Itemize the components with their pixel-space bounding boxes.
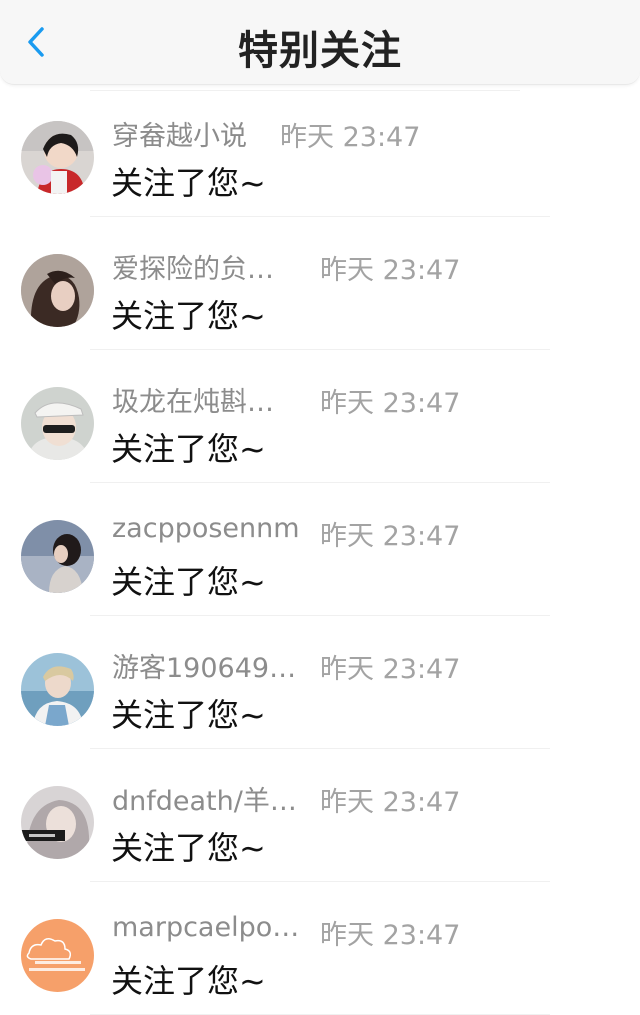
list-item[interactable]: dnfdeath/羊… 昨天 23:47 关注了您~ (0, 749, 640, 882)
notification-text: 关注了您~ (111, 696, 266, 734)
avatar[interactable] (21, 254, 94, 327)
user-name[interactable]: 圾龙在炖斟… (112, 380, 274, 419)
notification-text: 关注了您~ (111, 430, 266, 468)
avatar[interactable] (21, 919, 94, 992)
page-title: 特别关注 (238, 28, 402, 74)
timestamp: 昨天 23:47 (280, 122, 421, 153)
notification-list: 穿畚越小说 昨天 23:47 关注了您~ 爱探险的贠… 昨天 23:47 关注了… (0, 84, 640, 1015)
list-item[interactable]: zacpposennm 昨天 23:47 关注了您~ (0, 483, 640, 616)
avatar[interactable] (21, 653, 94, 726)
list-item[interactable]: 爱探险的贠… 昨天 23:47 关注了您~ (0, 217, 640, 350)
timestamp: 昨天 23:47 (320, 920, 461, 951)
timestamp: 昨天 23:47 (320, 787, 461, 818)
user-name[interactable]: marpcaelpo… (112, 912, 299, 943)
notification-text: 关注了您~ (111, 962, 266, 1000)
user-name[interactable]: 爱探险的贠… (112, 247, 274, 286)
user-name[interactable]: 游客190649… (112, 646, 296, 685)
avatar[interactable] (21, 121, 94, 194)
list-item[interactable]: 穿畚越小说 昨天 23:47 关注了您~ (0, 84, 640, 217)
notification-text: 关注了您~ (111, 297, 266, 335)
timestamp: 昨天 23:47 (320, 255, 461, 286)
avatar[interactable] (21, 786, 94, 859)
timestamp: 昨天 23:47 (320, 388, 461, 419)
top-bar: 特别关注 (0, 0, 640, 85)
user-name[interactable]: dnfdeath/羊… (112, 779, 297, 818)
list-item[interactable]: marpcaelpo… 昨天 23:47 关注了您~ (0, 882, 640, 1015)
timestamp: 昨天 23:47 (320, 654, 461, 685)
timestamp: 昨天 23:47 (320, 521, 461, 552)
list-item[interactable]: 圾龙在炖斟… 昨天 23:47 关注了您~ (0, 350, 640, 483)
list-item[interactable]: 游客190649… 昨天 23:47 关注了您~ (0, 616, 640, 749)
notification-text: 关注了您~ (111, 829, 266, 867)
notification-text: 关注了您~ (111, 563, 266, 601)
avatar[interactable] (21, 387, 94, 460)
user-name[interactable]: zacpposennm (112, 513, 300, 544)
user-name[interactable]: 穿畚越小说 (112, 114, 247, 153)
notification-text: 关注了您~ (111, 164, 266, 202)
avatar[interactable] (21, 520, 94, 593)
